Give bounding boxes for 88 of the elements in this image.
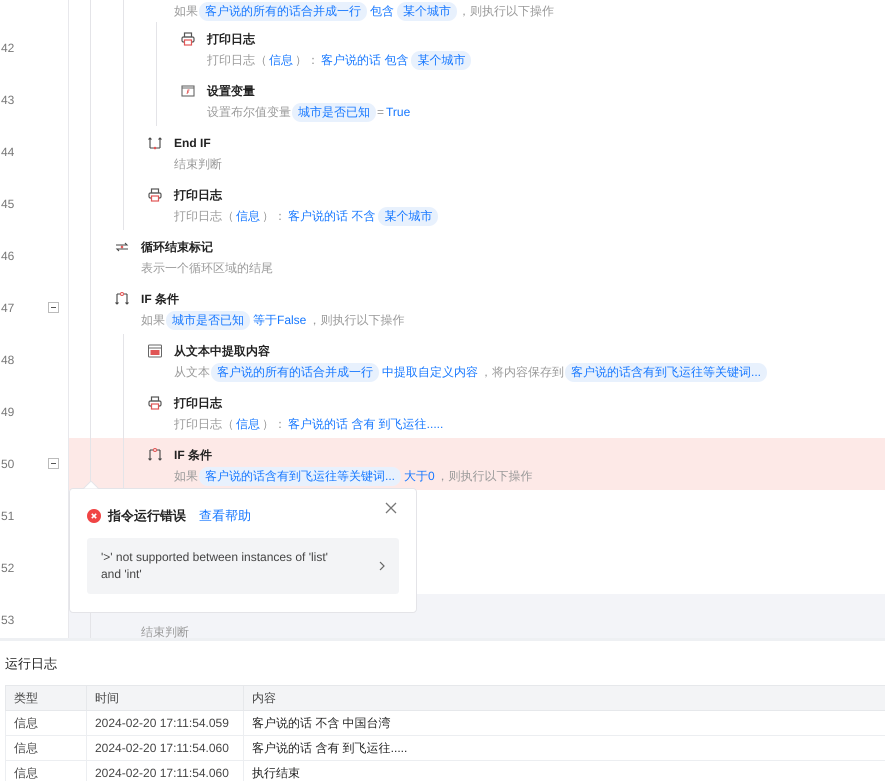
branch-icon <box>148 448 162 462</box>
variable-tag: 客户说的话含有到飞运往等关键词... <box>199 466 402 486</box>
line-number: 42 <box>1 41 14 55</box>
step-description: = <box>377 105 384 119</box>
help-link[interactable]: 查看帮助 <box>199 507 251 525</box>
value-text: 信息 <box>269 52 293 68</box>
loop-icon <box>115 240 129 254</box>
value-text: 客户说的话 不含 <box>288 208 376 224</box>
line-number: 52 <box>1 561 14 575</box>
table-cell: 信息 <box>6 736 86 760</box>
collapse-toggle[interactable] <box>48 302 59 313</box>
variable-tag: 某个城市 <box>397 2 457 20</box>
table-cell: 信息 <box>6 710 86 736</box>
printer-icon <box>181 32 195 46</box>
step-description: 如果 <box>174 468 198 484</box>
step-description: ）： <box>262 416 286 432</box>
value-text: 中提取自定义内容 <box>382 364 478 380</box>
function-icon <box>181 84 195 98</box>
table-cell: 2024-02-20 17:11:54.059 <box>86 710 244 736</box>
line-number: 50 <box>1 457 14 471</box>
step-description: 表示一个循环区域的结尾 <box>141 260 273 276</box>
step-title: 从文本中提取内容 <box>174 342 270 360</box>
table-cell: 2024-02-20 17:11:54.060 <box>86 736 244 760</box>
variable-tag: 客户说的所有的话合并成一行 <box>199 2 367 20</box>
value-text: 信息 <box>236 416 260 432</box>
variable-tag: 城市是否已知 <box>166 310 250 330</box>
chevron-right-icon <box>379 561 385 571</box>
step-description: 打印日志（ <box>174 416 234 432</box>
step-description: 打印日志（ <box>207 52 267 68</box>
step-title: 打印日志 <box>174 186 222 204</box>
step-title: End IF <box>174 136 211 150</box>
line-number: 48 <box>1 353 14 367</box>
step-title: 打印日志 <box>207 30 255 48</box>
printer-icon <box>148 188 162 202</box>
step-description: 结束判断 <box>174 156 222 172</box>
value-text: 大于0 <box>404 468 435 484</box>
step-description: ，则执行以下操作 <box>308 312 404 328</box>
step-description: 如果 <box>174 2 198 20</box>
line-number: 45 <box>1 197 14 211</box>
line-number: 47 <box>1 301 14 315</box>
error-message: '>' not supported between instances of 'list' and 'int' <box>101 549 329 583</box>
step-title: IF 条件 <box>141 290 179 308</box>
text-extract-icon <box>148 344 162 358</box>
error-title: 指令运行错误 <box>108 507 186 525</box>
variable-tag: 客户说的所有的话合并成一行 <box>211 362 379 382</box>
variable-tag: 城市是否已知 <box>292 102 376 122</box>
step-description: ，则执行以下操作 <box>458 2 554 20</box>
step-title: 打印日志 <box>174 394 222 412</box>
step-description: 设置布尔值变量 <box>207 104 291 120</box>
column-header: 内容 <box>244 686 885 710</box>
line-number: 51 <box>1 509 14 523</box>
value-text: True <box>386 105 410 119</box>
step-description: 从文本 <box>174 364 210 380</box>
line-number: 49 <box>1 405 14 419</box>
step-description: ）： <box>262 208 286 224</box>
variable-tag: 某个城市 <box>378 206 438 226</box>
step-description: ）： <box>295 52 319 68</box>
step-description: ，将内容保存到 <box>480 364 564 380</box>
step-description: 打印日志（ <box>174 208 234 224</box>
variable-tag: 客户说的话含有到飞运往等关键词... <box>565 362 768 382</box>
printer-icon <box>148 396 162 410</box>
step-row[interactable]: IF 条件 如果 客户说的话含有到飞运往等关键词... 大于0 ，则执行以下操作 <box>69 438 885 490</box>
value-text: 客户说的话 包含 <box>321 52 408 68</box>
step-title: 设置变量 <box>207 82 255 100</box>
line-number: 46 <box>1 249 14 263</box>
variable-tag: 某个城市 <box>411 50 472 70</box>
step-description: 结束判断 <box>141 624 189 638</box>
step-title: 循环结束标记 <box>141 238 213 256</box>
column-header: 时间 <box>86 686 244 710</box>
line-number: 53 <box>1 613 14 627</box>
line-number: 44 <box>1 145 14 159</box>
value-text: 客户说的话 含有 到飞运往..... <box>288 416 444 432</box>
log-title: 运行日志 <box>5 655 58 673</box>
column-header: 类型 <box>6 686 86 710</box>
error-icon <box>87 509 101 523</box>
error-message-box[interactable]: '>' not supported between instances of 'list' and 'int' <box>87 538 399 594</box>
value-text: 等于False <box>253 312 306 328</box>
value-text: 信息 <box>236 208 260 224</box>
branch-end-icon <box>148 136 162 150</box>
branch-icon <box>115 292 129 306</box>
close-icon[interactable] <box>385 502 397 514</box>
table-cell: 信息 <box>6 760 86 781</box>
step-description: 如果 <box>141 312 165 328</box>
line-number: 43 <box>1 93 14 107</box>
collapse-toggle[interactable] <box>48 458 59 469</box>
step-description: ，则执行以下操作 <box>436 468 533 484</box>
step-title: IF 条件 <box>174 446 212 464</box>
value-text: 包含 <box>370 2 394 20</box>
